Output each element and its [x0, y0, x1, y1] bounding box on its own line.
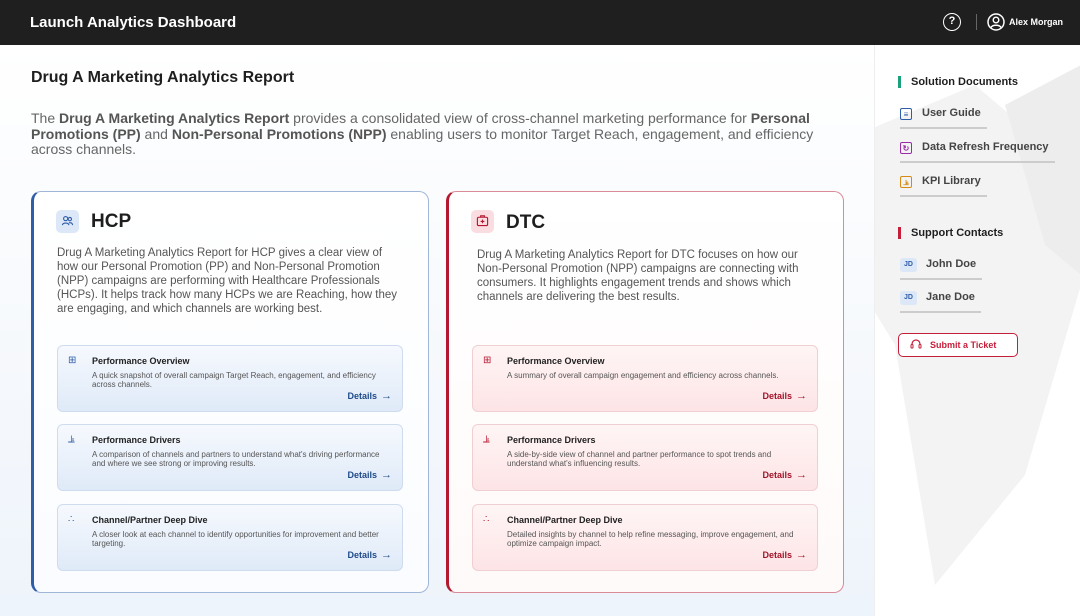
submit-ticket-button[interactable]: Submit a Ticket — [898, 333, 1018, 357]
details-link[interactable]: Details → — [347, 549, 392, 561]
arrow-right-icon: → — [381, 549, 392, 561]
bar-chart-icon: ⫡ — [68, 434, 75, 445]
hcp-title: HCP — [91, 211, 132, 232]
intro-emphasis: Drug A Marketing Analytics Report — [59, 110, 290, 126]
dtc-title: DTC — [506, 212, 546, 233]
people-icon — [56, 210, 79, 233]
link-label: Data Refresh Frequency — [922, 141, 1049, 153]
details-link[interactable]: Details → — [762, 469, 807, 481]
sub-title: Performance Overview — [92, 356, 190, 366]
dtc-channel-deep-dive-card[interactable]: ∴ Channel/Partner Deep Dive Detailed ins… — [472, 504, 818, 571]
top-bar: Launch Analytics Dashboard ? Alex Morgan — [0, 0, 1080, 45]
sub-title: Performance Overview — [507, 356, 605, 366]
document-icon: ≡ — [900, 108, 912, 120]
details-label: Details — [762, 391, 792, 401]
arrow-right-icon: → — [796, 469, 807, 481]
hcp-description: Drug A Marketing Analytics Report for HC… — [57, 247, 398, 315]
main-content: Drug A Marketing Analytics Report The Dr… — [0, 45, 874, 616]
arrow-right-icon: → — [381, 390, 392, 402]
intro-text: The Drug A Marketing Analytics Report pr… — [31, 110, 841, 158]
sub-description: A quick snapshot of overall campaign Tar… — [92, 371, 376, 389]
kpi-library-link[interactable]: ⫡ KPI Library — [900, 175, 987, 197]
support-contacts-heading: Support Contacts — [898, 227, 1003, 239]
background-decoration — [875, 65, 1080, 585]
network-icon: ∴ — [483, 514, 490, 525]
hcp-performance-drivers-card[interactable]: ⫡ Performance Drivers A comparison of ch… — [57, 424, 403, 491]
intro-segment: The — [31, 110, 60, 126]
arrow-right-icon: → — [796, 549, 807, 561]
solution-documents-heading: Solution Documents — [898, 76, 1018, 88]
arrow-right-icon: → — [381, 469, 392, 481]
grid-icon: ⊞ — [483, 355, 492, 366]
contact-name: Jane Doe — [926, 291, 975, 303]
intro-segment: provides a consolidated view of cross-ch… — [289, 110, 751, 126]
help-icon[interactable]: ? — [943, 13, 961, 31]
divider — [976, 14, 977, 30]
user-guide-link[interactable]: ≡ User Guide — [900, 107, 987, 129]
dtc-performance-overview-card[interactable]: ⊞ Performance Overview A summary of over… — [472, 345, 818, 412]
dtc-performance-drivers-card[interactable]: ⫡ Performance Drivers A side-by-side vie… — [472, 424, 818, 491]
hcp-card: HCP Drug A Marketing Analytics Report fo… — [31, 191, 429, 593]
sub-description: A closer look at each channel to identif… — [92, 530, 379, 548]
details-label: Details — [762, 550, 792, 560]
page-title: Drug A Marketing Analytics Report — [31, 69, 295, 86]
avatar: JD — [900, 258, 917, 272]
grid-icon: ⊞ — [68, 355, 77, 366]
dtc-description: Drug A Marketing Analytics Report for DT… — [477, 249, 799, 303]
details-link[interactable]: Details → — [347, 390, 392, 402]
sub-title: Channel/Partner Deep Dive — [92, 515, 208, 525]
user-name[interactable]: Alex Morgan — [1009, 17, 1063, 27]
app-title: Launch Analytics Dashboard — [30, 14, 237, 31]
details-link[interactable]: Details → — [762, 549, 807, 561]
sub-title: Channel/Partner Deep Dive — [507, 515, 623, 525]
chart-icon: ⫡ — [900, 176, 912, 188]
refresh-icon: ↻ — [900, 142, 912, 154]
headset-icon — [910, 339, 922, 349]
dtc-card: DTC Drug A Marketing Analytics Report fo… — [446, 191, 844, 593]
avatar: JD — [900, 291, 917, 305]
details-label: Details — [347, 550, 377, 560]
intro-emphasis: Non-Personal Promotions (NPP) — [171, 125, 387, 142]
details-link[interactable]: Details → — [347, 469, 392, 481]
medical-kit-icon — [471, 210, 494, 233]
network-icon: ∴ — [68, 514, 75, 525]
sub-description: A summary of overall campaign engagement… — [507, 371, 779, 380]
contact-name: John Doe — [926, 258, 977, 270]
details-link[interactable]: Details → — [762, 390, 807, 402]
intro-segment: and — [140, 125, 172, 142]
hcp-channel-deep-dive-card[interactable]: ∴ Channel/Partner Deep Dive A closer loo… — [57, 504, 403, 571]
sub-title: Performance Drivers — [92, 435, 181, 445]
sub-description: Detailed insights by channel to help ref… — [507, 530, 794, 548]
ticket-label: Submit a Ticket — [930, 340, 997, 350]
sub-description: A side-by-side view of channel and partn… — [507, 450, 772, 468]
sub-title: Performance Drivers — [507, 435, 596, 445]
bar-chart-icon: ⫡ — [483, 434, 490, 445]
arrow-right-icon: → — [796, 390, 807, 402]
link-label: KPI Library — [922, 175, 981, 187]
link-label: User Guide — [922, 107, 981, 119]
hcp-performance-overview-card[interactable]: ⊞ Performance Overview A quick snapshot … — [57, 345, 403, 412]
details-label: Details — [347, 470, 377, 480]
user-avatar-icon[interactable] — [987, 13, 1005, 31]
contact-jane-doe[interactable]: JD Jane Doe — [900, 291, 981, 313]
sub-description: A comparison of channels and partners to… — [92, 450, 380, 468]
details-label: Details — [762, 470, 792, 480]
contact-john-doe[interactable]: JD John Doe — [900, 258, 983, 280]
details-label: Details — [347, 391, 377, 401]
data-refresh-frequency-link[interactable]: ↻ Data Refresh Frequency — [900, 141, 1055, 163]
right-sidebar: Solution Documents ≡ User Guide ↻ Data Ref… — [874, 45, 1080, 616]
